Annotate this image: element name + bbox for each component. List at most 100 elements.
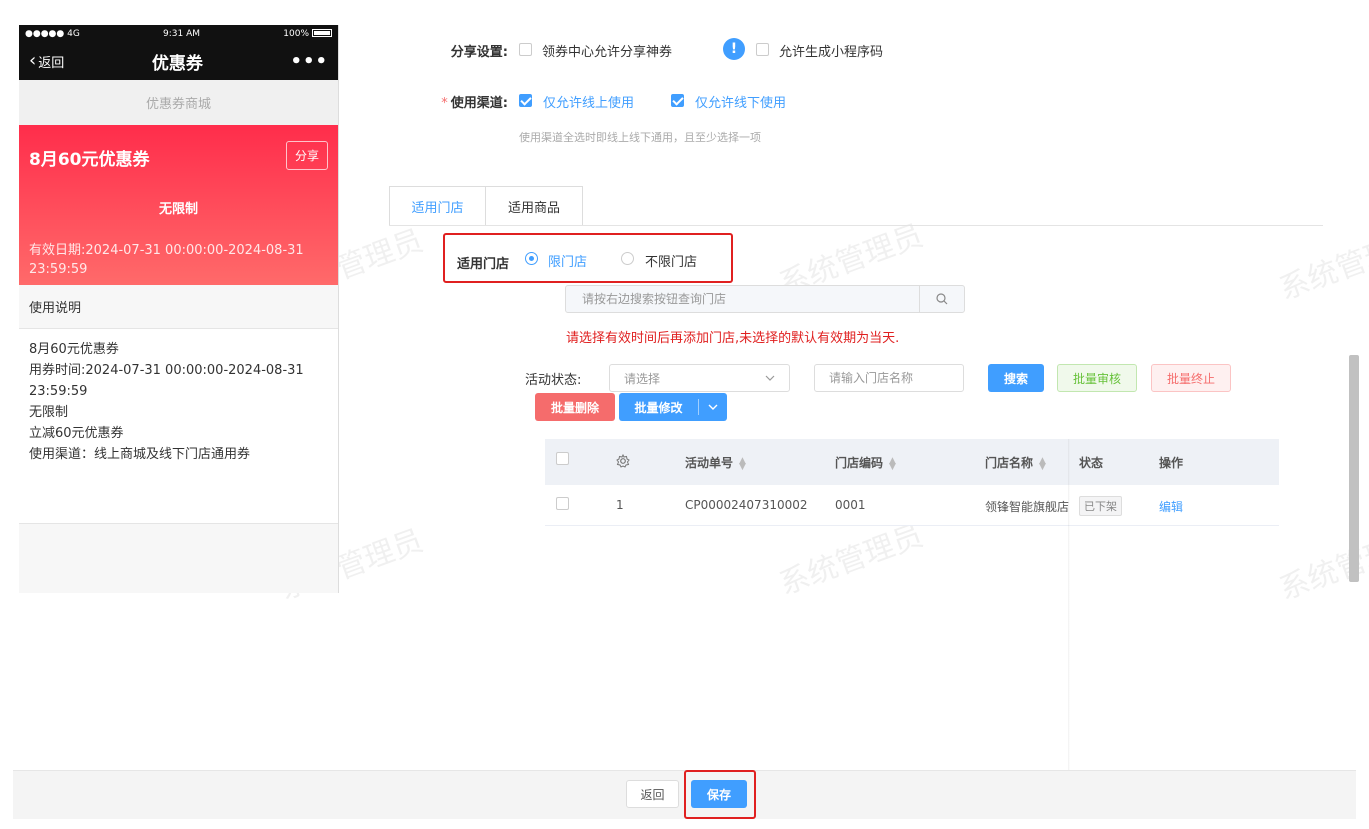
row-store-name: 领锋智能旗舰店 (985, 500, 1070, 514)
coupon-limit: 无限制 (158, 202, 198, 217)
info-icon[interactable]: ! (723, 38, 745, 60)
status-filter-label: 活动状态: (525, 373, 582, 388)
status-badge: 已下架 (1079, 496, 1122, 516)
mall-title: 优惠券商城 (19, 80, 338, 125)
limit-store-label: 限门店 (548, 255, 588, 270)
chevron-down-icon (765, 375, 775, 381)
detail-line: 用券时间:2024-07-31 00:00:00-2024-08-31 (29, 363, 304, 378)
table-header: 活动单号 ▲ ▼ 门店编码 ▲ ▼ 门店名称 ▲ ▼ 状态 操作 (545, 439, 1279, 485)
col-label: 活动单号 (685, 456, 734, 470)
store-table: 活动单号 ▲ ▼ 门店编码 ▲ ▼ 门店名称 ▲ ▼ 状态 操作 1 CP000024073… (545, 439, 1279, 526)
battery-indicator: 100% (283, 29, 332, 39)
row-checkbox[interactable] (556, 497, 569, 510)
required-mark: * (441, 96, 448, 111)
row-activity-no: CP00002407310002 (685, 498, 808, 512)
limit-store-radio[interactable] (525, 252, 538, 265)
store-search (565, 285, 965, 313)
batch-stop-button[interactable]: 批量终止 (1151, 364, 1231, 392)
detail-line: 8月60元优惠券 (29, 342, 119, 357)
online-checkbox[interactable] (519, 94, 532, 107)
batch-edit-dropdown[interactable] (699, 393, 727, 421)
coupon-card: 8月60元优惠券 分享 无限制 有效日期:2024-07-31 00:00:00… (19, 125, 338, 291)
status-time: 9:31 AM (163, 28, 201, 39)
offline-label: 仅允许线下使用 (695, 96, 787, 111)
phone-title: 优惠券 (151, 53, 203, 74)
unlimit-store-label: 不限门店 (645, 255, 698, 270)
coupon-share-button[interactable]: 分享 (285, 141, 328, 170)
status-select-value: 请选择 (624, 371, 661, 386)
batch-edit-button[interactable]: 批量修改 (619, 393, 727, 421)
tab-bar: 适用门店 适用商品 (389, 186, 583, 226)
unlimit-store-radio[interactable] (621, 252, 634, 265)
tab-products[interactable]: 适用商品 (486, 186, 583, 226)
status-select[interactable]: 请选择 (609, 364, 790, 392)
col-label: 门店名称 (985, 456, 1034, 470)
batch-delete-button[interactable]: 批量删除 (535, 393, 615, 421)
share-center-checkbox[interactable] (519, 43, 532, 56)
detail-line: 立减60元优惠券 (29, 426, 124, 441)
chevron-left-icon: ‹ (29, 50, 37, 71)
store-warning: 请选择有效时间后再添加门店,未选择的默认有效期为当天. (566, 331, 900, 346)
save-button[interactable]: 保存 (691, 780, 747, 808)
channel-label-text: 使用渠道: (450, 96, 508, 111)
col-label: 门店编码 (835, 456, 884, 470)
valid-line: 有效日期:2024-07-31 00:00:00-2024-08-31 (29, 243, 304, 258)
col-action: 操作 (1159, 456, 1184, 470)
valid-line: 23:59:59 (29, 262, 88, 277)
detail-line: 使用渠道：线上商城及线下门店通用券 (29, 447, 251, 462)
batch-edit-label: 批量修改 (619, 399, 699, 415)
coupon-edge (19, 283, 338, 291)
signal-indicator: ●●●●● 4G (25, 28, 80, 39)
battery-label: 100% (283, 28, 309, 39)
share-settings-label: 分享设置: (450, 45, 508, 60)
fixed-column-shadow (1068, 439, 1070, 771)
table-row: 1 CP00002407310002 0001 领锋智能旗舰店 已下架 编辑 (545, 485, 1279, 526)
chevron-down-icon (708, 404, 718, 410)
offline-checkbox[interactable] (671, 94, 684, 107)
col-store-code[interactable]: 门店编码 ▲ ▼ (835, 454, 896, 471)
back-label: 返回 (38, 55, 65, 71)
mini-code-checkbox[interactable] (756, 43, 769, 56)
coupon-name: 8月60元优惠券 (29, 150, 150, 170)
usage-details: 8月60元优惠券 用券时间:2024-07-31 00:00:00-2024-0… (19, 329, 338, 524)
col-status: 状态 (1079, 456, 1104, 470)
online-label: 仅允许线上使用 (543, 96, 635, 111)
store-label: 适用门店 (457, 257, 510, 272)
watermark: 系统管理员 (1274, 223, 1369, 308)
row-store-code: 0001 (835, 498, 866, 512)
mini-code-label: 允许生成小程序码 (779, 45, 884, 60)
tab-stores[interactable]: 适用门店 (389, 186, 486, 226)
sort-icon: ▲ ▼ (1039, 455, 1046, 472)
search-icon (936, 293, 948, 305)
tab-divider (389, 225, 1323, 226)
select-all-checkbox[interactable] (556, 452, 569, 465)
back-button[interactable]: 返回 (626, 780, 679, 808)
col-activity-no[interactable]: 活动单号 ▲ ▼ (685, 454, 746, 471)
more-icon[interactable]: ••• (290, 51, 328, 72)
col-store-name[interactable]: 门店名称 ▲ ▼ (985, 454, 1046, 471)
usage-title: 使用说明 (19, 285, 338, 329)
page-scrollbar[interactable] (1349, 355, 1359, 582)
batch-review-button[interactable]: 批量审核 (1057, 364, 1137, 392)
store-name-input[interactable] (814, 364, 964, 392)
phone-nav-bar: ‹ 返回 优惠券 ••• (19, 42, 338, 80)
coupon-valid-date: 有效日期:2024-07-31 00:00:00-2024-08-31 23:5… (29, 241, 328, 279)
search-button[interactable] (919, 286, 964, 312)
gear-icon (616, 453, 630, 468)
battery-icon (312, 29, 332, 37)
sort-icon: ▲ ▼ (739, 455, 746, 472)
search-submit-button[interactable]: 搜索 (988, 364, 1044, 392)
detail-line: 23:59:59 (29, 384, 88, 399)
row-index: 1 (616, 498, 624, 512)
share-center-label: 领券中心允许分享神券 (542, 45, 673, 60)
store-search-input[interactable] (566, 286, 919, 312)
phone-preview: ●●●●● 4G 9:31 AM 100% ‹ 返回 优惠券 ••• 优惠券商城 … (19, 25, 339, 593)
sort-icon: ▲ ▼ (889, 455, 896, 472)
row-edit-link[interactable]: 编辑 (1159, 498, 1183, 515)
phone-back-button[interactable]: ‹ 返回 (29, 52, 64, 71)
channel-label: * 使用渠道: (420, 92, 508, 111)
column-settings-icon[interactable] (616, 453, 630, 471)
phone-status-bar: ●●●●● 4G 9:31 AM 100% (19, 25, 338, 42)
detail-line: 无限制 (29, 405, 69, 420)
channel-hint: 使用渠道全选时即线上线下通用，且至少选择一项 (519, 131, 761, 144)
